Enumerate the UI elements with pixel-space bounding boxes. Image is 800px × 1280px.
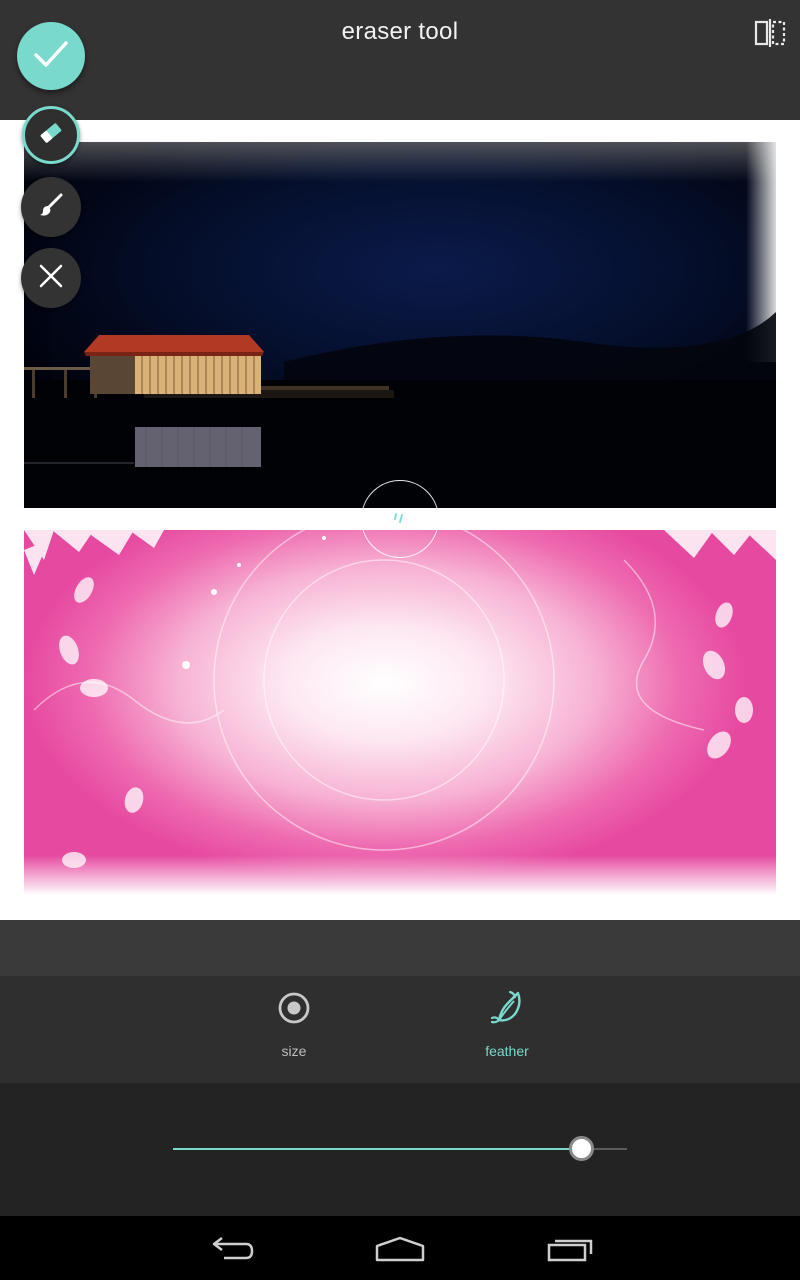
tab-size-label: size	[281, 1043, 307, 1059]
panel-divider	[0, 920, 800, 976]
recents-button[interactable]	[543, 1232, 599, 1266]
top-bar: eraser tool	[0, 0, 800, 120]
slider-fill	[173, 1148, 581, 1150]
feather-icon	[490, 990, 524, 1026]
system-nav-bar	[0, 1216, 800, 1280]
tab-feather[interactable]: feather	[447, 976, 567, 1083]
pink-floral-photo[interactable]	[24, 530, 776, 895]
home-icon	[372, 1236, 428, 1270]
back-button[interactable]	[202, 1232, 258, 1266]
editing-canvas[interactable]	[0, 120, 800, 920]
feather-slider[interactable]	[173, 1136, 627, 1161]
brush-tool-button[interactable]	[21, 177, 81, 237]
brush-icon	[37, 191, 65, 224]
radio-target-icon	[277, 990, 311, 1026]
eraser-tool-button[interactable]	[22, 106, 80, 164]
tab-size[interactable]: size	[234, 976, 354, 1083]
recents-icon	[543, 1239, 599, 1270]
tab-feather-label: feather	[485, 1043, 529, 1059]
check-icon	[33, 39, 69, 74]
option-tabs: size feather	[0, 976, 800, 1083]
page-title: eraser tool	[341, 18, 459, 45]
back-icon	[202, 1237, 258, 1270]
brush-center-icon	[393, 512, 407, 526]
night-lake-photo[interactable]	[24, 142, 776, 508]
cancel-button[interactable]	[21, 248, 81, 308]
done-button[interactable]	[17, 22, 85, 90]
eraser-icon	[37, 119, 65, 152]
slider-panel	[0, 1083, 800, 1216]
home-button[interactable]	[372, 1232, 428, 1266]
close-icon	[38, 263, 64, 294]
split-compare-icon[interactable]	[754, 18, 786, 48]
slider-thumb[interactable]	[568, 1136, 594, 1161]
